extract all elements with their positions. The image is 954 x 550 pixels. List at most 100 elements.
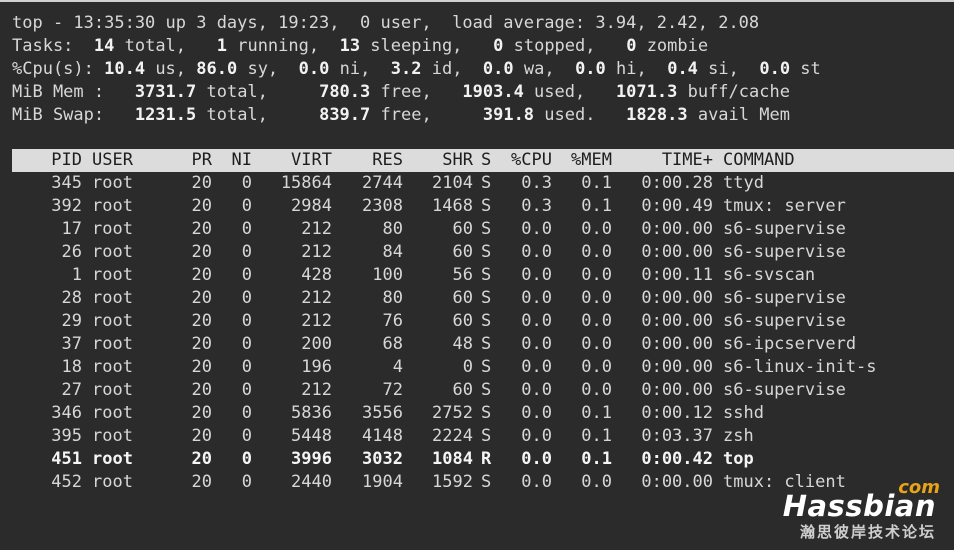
cell-res: 80	[382, 288, 403, 308]
cell-s: S	[481, 357, 492, 377]
cell-mem: 0.0	[581, 265, 612, 285]
cell-shr: 1468	[432, 196, 473, 216]
cell-virt: 3996	[291, 449, 332, 469]
cell-user: root	[92, 449, 133, 469]
cell-pid: 346	[51, 403, 82, 423]
cell-res: 72	[382, 380, 403, 400]
cell-pid: 392	[51, 196, 82, 216]
cell-command: s6-supervise	[723, 311, 846, 331]
cell-s: S	[481, 219, 492, 239]
cell-s: S	[481, 242, 492, 262]
cell-res: 76	[382, 311, 403, 331]
cell-command: s6-supervise	[723, 219, 846, 239]
cell-ni: 0	[241, 357, 252, 377]
cell-s: S	[481, 426, 492, 446]
cell-command: tmux: server	[723, 196, 846, 216]
cell-time: 0:00.00	[641, 311, 713, 331]
cell-time: 0:03.37	[641, 426, 713, 446]
cell-virt: 196	[301, 357, 332, 377]
process-row[interactable]: 451 root 20 0 3996 3032 1084 R 0.0 0.1 0:00.42 top	[12, 448, 954, 471]
header-mem: %MEM	[571, 150, 612, 170]
cell-ni: 0	[241, 173, 252, 193]
cell-s: S	[481, 173, 492, 193]
cell-mem: 0.0	[581, 334, 612, 354]
cell-res: 68	[382, 334, 403, 354]
cell-s: S	[481, 265, 492, 285]
cell-mem: 0.0	[581, 219, 612, 239]
cell-command: s6-supervise	[723, 288, 846, 308]
cell-user: root	[92, 242, 133, 262]
cell-pid: 17	[61, 219, 82, 239]
cell-virt: 5448	[291, 426, 332, 446]
cell-command: top	[723, 449, 754, 469]
cell-pid: 29	[61, 311, 82, 331]
cell-cpu: 0.0	[521, 311, 552, 331]
cell-cpu: 0.0	[521, 472, 552, 492]
cell-mem: 0.1	[581, 426, 612, 446]
header-user: USER	[92, 150, 133, 170]
cell-res: 2308	[362, 196, 403, 216]
cell-pr: 20	[191, 357, 212, 377]
cell-time: 0:00.00	[641, 219, 713, 239]
cell-pid: 26	[61, 242, 82, 262]
cell-shr: 60	[452, 288, 473, 308]
header-command: COMMAND	[723, 150, 795, 170]
cell-user: root	[92, 288, 133, 308]
header-time: TIME+	[661, 150, 713, 170]
cell-pid: 345	[51, 173, 82, 193]
cell-pid: 18	[61, 357, 82, 377]
cell-pr: 20	[191, 403, 212, 423]
process-row[interactable]: 395 root 20 0 5448 4148 2224 S 0.0 0.1 0:03.37 zsh	[12, 425, 954, 448]
cell-user: root	[92, 357, 133, 377]
process-row[interactable]: 28 root 20 0 212 80 60 S 0.0 0.0 0:00.00 s6-supervi…	[12, 287, 954, 310]
cell-shr: 48	[452, 334, 473, 354]
process-row[interactable]: 392 root 20 0 2984 2308 1468 S 0.3 0.1 0:00.49 tmux…	[12, 195, 954, 218]
uptime-line: top - 13:35:30 up 3 days, 19:23, 0 user,…	[12, 12, 759, 35]
cell-res: 4	[392, 357, 403, 377]
process-row[interactable]: 346 root 20 0 5836 3556 2752 S 0.0 0.1 0:00.12 sshd	[12, 402, 954, 425]
cell-res: 3032	[362, 449, 403, 469]
cell-time: 0:00.49	[641, 196, 713, 216]
uptime-text: top - 13:35:30 up 3 days, 19:23, 0 user,…	[12, 13, 596, 33]
cell-s: S	[481, 403, 492, 423]
cell-res: 84	[382, 242, 403, 262]
process-row[interactable]: 29 root 20 0 212 76 60 S 0.0 0.0 0:00.00 s6-supervi…	[12, 310, 954, 333]
header-state: S	[481, 150, 492, 170]
cell-cpu: 0.0	[521, 449, 552, 469]
cell-virt: 212	[301, 219, 332, 239]
cell-s: S	[481, 311, 492, 331]
cell-user: root	[92, 472, 133, 492]
process-row[interactable]: 17 root 20 0 212 80 60 S 0.0 0.0 0:00.00 s6-supervi…	[12, 218, 954, 241]
cell-time: 0:00.00	[641, 334, 713, 354]
cell-command: sshd	[723, 403, 764, 423]
cell-pid: 1	[71, 265, 82, 285]
process-row[interactable]: 26 root 20 0 212 84 60 S 0.0 0.0 0:00.00 s6-supervi…	[12, 241, 954, 264]
cell-pr: 20	[191, 449, 212, 469]
cell-virt: 15864	[280, 173, 332, 193]
cell-user: root	[92, 403, 133, 423]
cell-mem: 0.0	[581, 288, 612, 308]
process-row[interactable]: 345 root 20 0 15864 2744 2104 S 0.3 0.1 0:00.28 tty…	[12, 172, 954, 195]
process-table-header: PID USER PR NI VIRT RES SHR S %CPU %MEM …	[12, 149, 954, 172]
header-ni: NI	[231, 150, 252, 170]
cell-pr: 20	[191, 242, 212, 262]
cell-cpu: 0.0	[521, 288, 552, 308]
process-row[interactable]: 18 root 20 0 196 4 0 S 0.0 0.0 0:00.00 s6-linux-ini…	[12, 356, 954, 379]
cell-virt: 212	[301, 242, 332, 262]
cell-virt: 212	[301, 380, 332, 400]
load-average: 3.94, 2.42, 2.08	[595, 13, 760, 33]
cell-time: 0:00.00	[641, 380, 713, 400]
cell-s: S	[481, 196, 492, 216]
cell-pid: 28	[61, 288, 82, 308]
cell-pr: 20	[191, 426, 212, 446]
watermark-com: com	[898, 477, 940, 498]
header-res: RES	[372, 150, 403, 170]
process-row[interactable]: 27 root 20 0 212 72 60 S 0.0 0.0 0:00.00 s6-supervi…	[12, 379, 954, 402]
cell-shr: 1084	[432, 449, 473, 469]
process-row[interactable]: 1 root 20 0 428 100 56 S 0.0 0.0 0:00.11 s6-svscan	[12, 264, 954, 287]
process-row[interactable]: 37 root 20 0 200 68 48 S 0.0 0.0 0:00.00 s6-ipcserv…	[12, 333, 954, 356]
cell-time: 0:00.11	[641, 265, 713, 285]
cell-time: 0:00.42	[641, 449, 713, 469]
header-pid: PID	[51, 150, 82, 170]
terminal-window[interactable]: top - 13:35:30 up 3 days, 19:23, 0 user,…	[0, 0, 954, 550]
